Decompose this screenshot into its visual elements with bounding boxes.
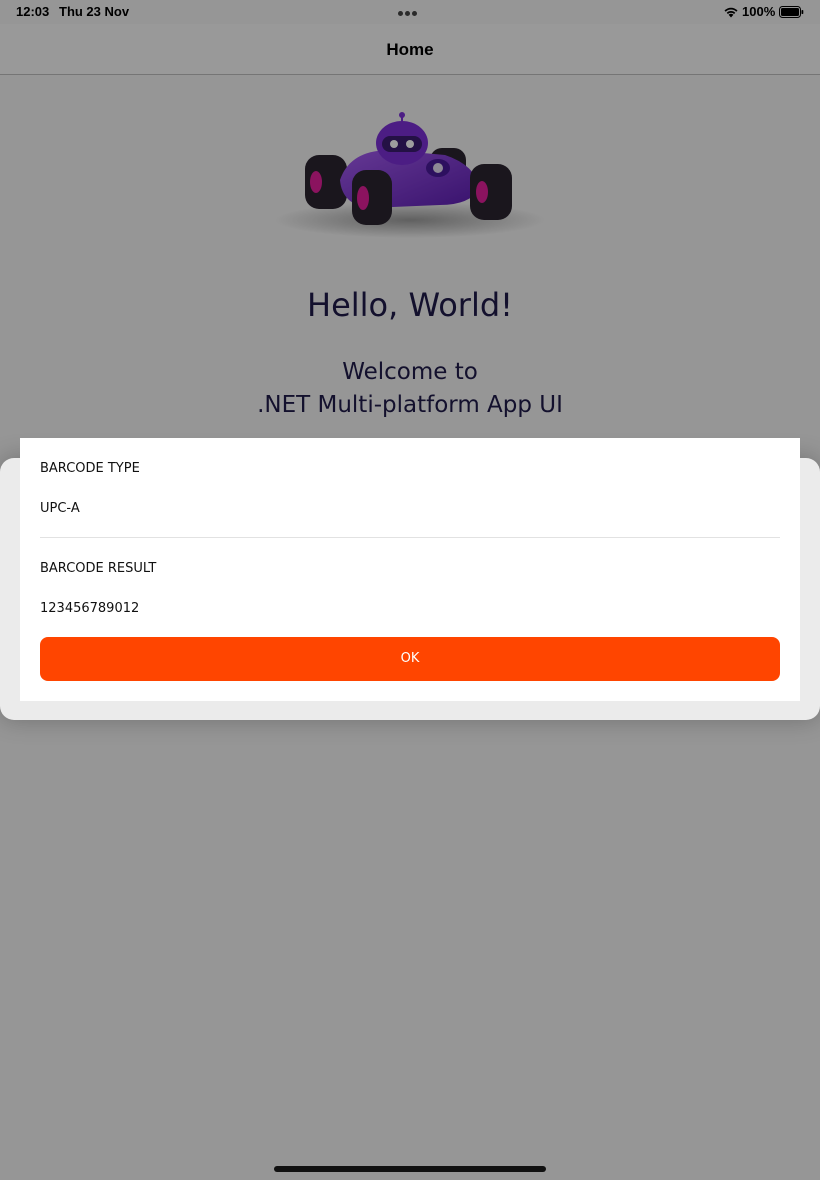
ok-button[interactable]: OK (40, 637, 780, 681)
home-indicator[interactable] (274, 1166, 546, 1172)
barcode-result-value: 123456789012 (40, 601, 140, 616)
barcode-type-value: UPC-A (40, 501, 80, 516)
barcode-result-label: BARCODE RESULT (40, 561, 157, 576)
barcode-type-label: BARCODE TYPE (40, 461, 140, 476)
divider (40, 537, 780, 538)
barcode-result-popup: BARCODE TYPE UPC-A BARCODE RESULT 123456… (20, 438, 800, 701)
